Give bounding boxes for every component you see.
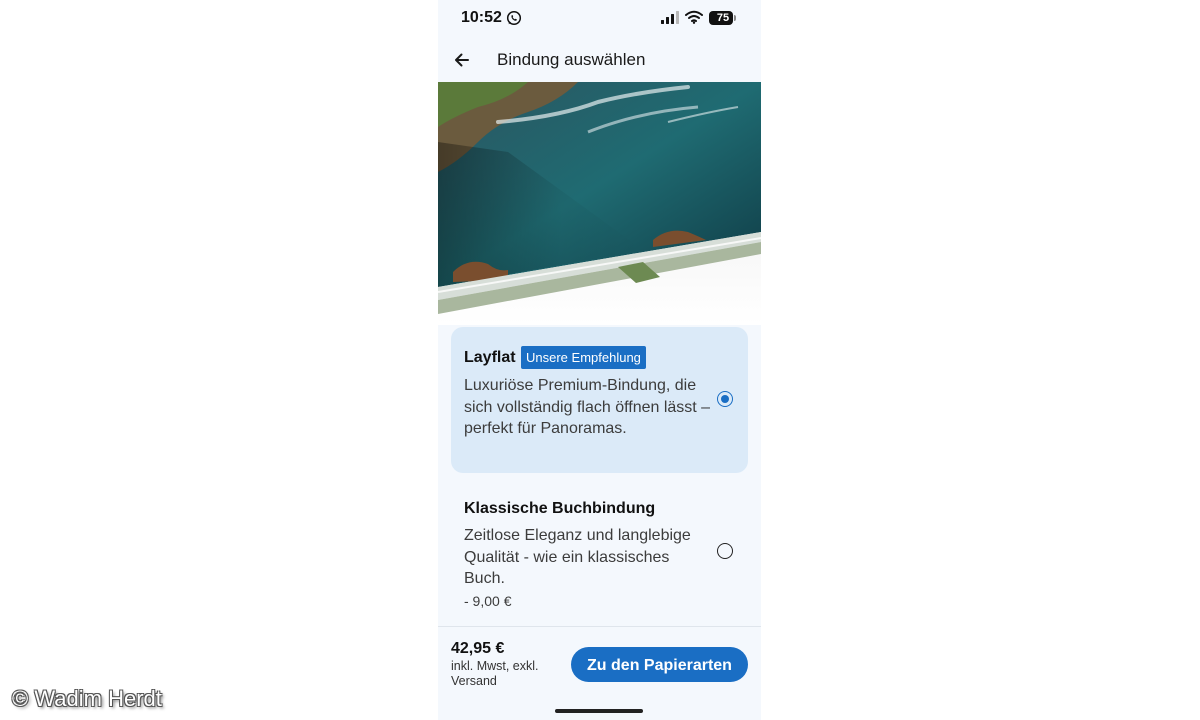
recommendation-badge: Unsere Empfehlung bbox=[521, 346, 646, 369]
paper-types-button[interactable]: Zu den Papierarten bbox=[571, 647, 748, 682]
option-title: Klassische Buchbindung bbox=[464, 500, 656, 517]
signal-icon bbox=[661, 11, 679, 24]
status-time: 10:52 bbox=[461, 9, 502, 26]
option-description: Luxuriöse Premium-Bindung, die sich voll… bbox=[464, 377, 711, 437]
copyright-watermark: © Wadim Herdt bbox=[12, 686, 162, 711]
wifi-icon bbox=[685, 10, 703, 24]
layflat-book-photo bbox=[438, 82, 761, 325]
battery-cap bbox=[734, 15, 736, 21]
checkout-bar: 42,95 € inkl. Mwst, exkl. Versand Zu den… bbox=[438, 626, 761, 720]
option-description: Zeitlose Eleganz und langlebige Qualität… bbox=[464, 527, 691, 587]
battery-icon: 75 bbox=[709, 11, 736, 25]
page-title: Bindung auswählen bbox=[497, 50, 646, 69]
whatsapp-icon bbox=[506, 10, 522, 26]
option-title: Layflat bbox=[464, 349, 516, 366]
tax-note: inkl. Mwst, exkl. Versand bbox=[451, 659, 539, 688]
total-price: 42,95 € bbox=[451, 640, 505, 657]
home-indicator bbox=[555, 709, 643, 713]
battery-level: 75 bbox=[716, 12, 730, 24]
phone-screen: 10:52 75 Bindung auswählen Layflat Unser… bbox=[438, 0, 761, 720]
status-bar: 10:52 75 bbox=[438, 0, 761, 36]
radio-classic[interactable] bbox=[717, 543, 733, 559]
app-header: Bindung auswählen bbox=[438, 38, 761, 82]
option-price-delta: - 9,00 € bbox=[464, 593, 512, 609]
radio-layflat[interactable] bbox=[717, 391, 733, 407]
arrow-left-icon[interactable] bbox=[452, 50, 472, 70]
